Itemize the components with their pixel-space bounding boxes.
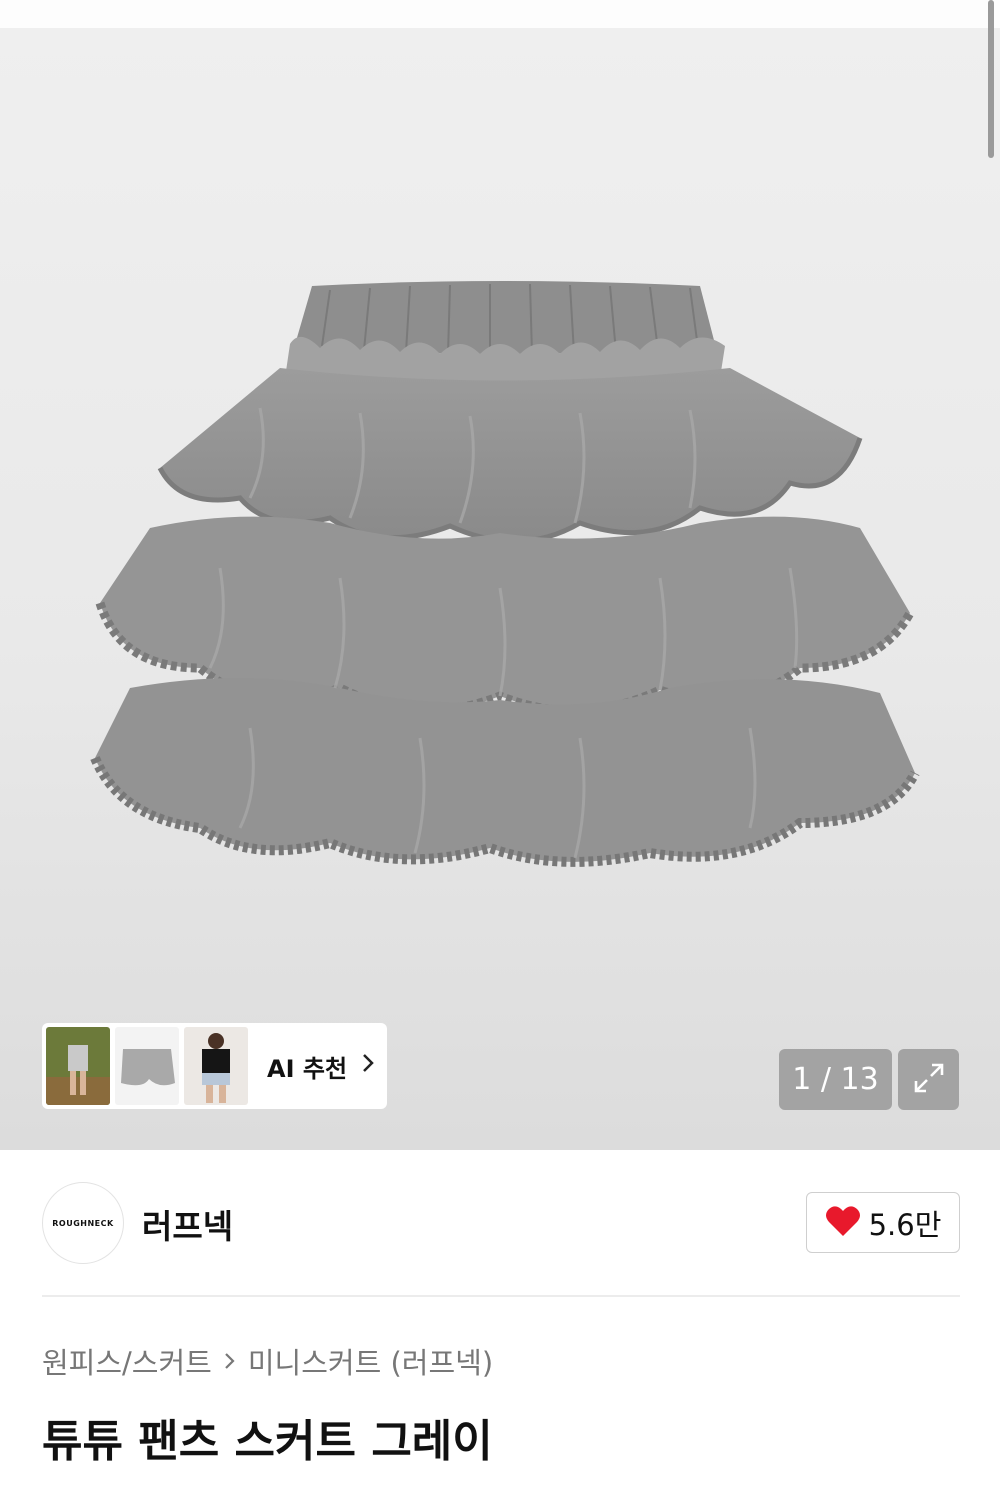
breadcrumb: 원피스/스커트 미니스커트 (러프넥) [42,1340,493,1382]
product-image-gallery[interactable]: AI 추천 1 / 13 [0,28,1000,1150]
like-button[interactable]: 5.6만 [806,1192,960,1253]
ai-thumbnail-3 [184,1027,248,1105]
product-photo-skirt [90,281,920,867]
breadcrumb-subcategory[interactable]: 미니스커트 (러프넥) [248,1340,493,1382]
breadcrumb-category[interactable]: 원피스/스커트 [42,1340,212,1382]
brand-name[interactable]: 러프넥 [142,1200,233,1248]
heart-icon [825,1205,861,1241]
ai-thumbnail-1 [46,1027,110,1105]
expand-image-button[interactable] [898,1049,959,1110]
like-count: 5.6만 [868,1207,942,1242]
top-status-area [0,0,1000,28]
brand-row: ROUGHNECK 러프넥 5.6만 [42,1182,960,1264]
ai-recommend-label: AI 추천 [267,1054,348,1083]
expand-icon [911,1060,947,1100]
divider [42,1295,960,1297]
image-page-counter: 1 / 13 [779,1049,892,1110]
scrollbar[interactable] [988,0,994,158]
product-title: 튜튜 팬츠 스커트 그레이 [42,1416,493,1467]
brand-logo[interactable]: ROUGHNECK [42,1182,124,1264]
chevron-right-icon [224,1345,236,1378]
chevron-right-icon [361,1051,375,1081]
ai-recommend-card[interactable]: AI 추천 [42,1023,387,1109]
ai-thumbnail-2 [115,1027,179,1105]
